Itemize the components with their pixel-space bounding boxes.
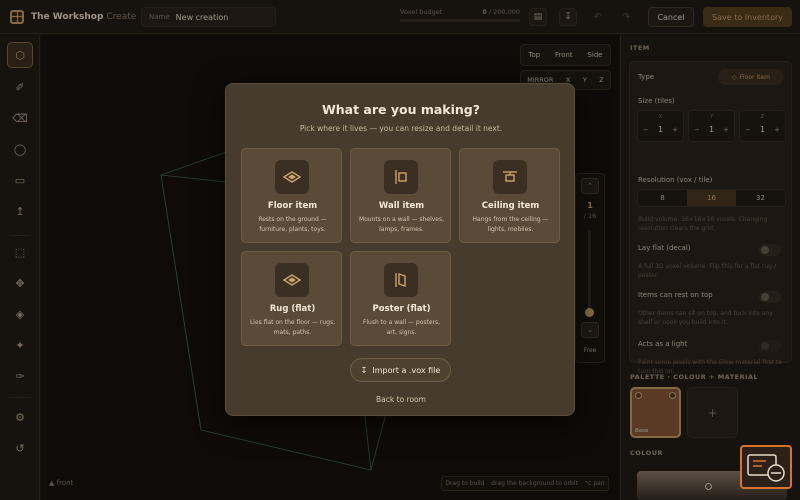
floor-item-title: Floor item	[267, 201, 318, 211]
wall-item-desc: Mounts on a wall — shelves, lamps, frame…	[358, 216, 445, 233]
poster-card[interactable]: Poster (flat) Flush to a wall — posters,…	[350, 251, 451, 346]
poster-icon	[384, 263, 418, 297]
rug-desc: Lies flat on the floor — rugs, mats, pat…	[249, 319, 336, 336]
download-icon: ↧	[360, 365, 368, 375]
ceiling-item-icon	[493, 160, 527, 194]
import-vox-button[interactable]: ↧ Import a .vox file	[350, 358, 451, 382]
wall-item-icon	[384, 160, 418, 194]
dialog-title: What are you making?	[321, 102, 481, 117]
poster-title: Poster (flat)	[372, 304, 431, 314]
rug-title: Rug (flat)	[269, 304, 316, 314]
floor-item-card[interactable]: Floor item Rests on the ground — furnitu…	[241, 148, 342, 243]
rug-icon	[275, 263, 309, 297]
floor-item-desc: Rests on the ground — furniture, plants,…	[258, 216, 327, 233]
dialog-subtitle: Pick where it lives — you can resize and…	[299, 124, 503, 133]
ceiling-item-title: Ceiling item	[481, 201, 540, 211]
rug-card[interactable]: Rug (flat) Lies flat on the floor — rugs…	[241, 251, 342, 346]
floor-item-icon	[275, 160, 309, 194]
ceiling-item-card[interactable]: Ceiling item Hangs from the ceiling — li…	[459, 148, 560, 243]
back-to-room-link[interactable]: Back to room	[226, 395, 576, 404]
wall-item-title: Wall item	[378, 201, 425, 211]
wall-item-card[interactable]: Wall item Mounts on a wall — shelves, la…	[350, 148, 451, 243]
import-vox-label: Import a .vox file	[372, 365, 441, 375]
help-chat-icon[interactable]	[740, 445, 792, 489]
item-type-dialog: What are you making? Pick where it lives…	[225, 83, 575, 416]
poster-desc: Flush to a wall — posters, art, signs.	[362, 319, 441, 336]
ceiling-item-desc: Hangs from the ceiling — lights, mobiles…	[472, 216, 549, 233]
